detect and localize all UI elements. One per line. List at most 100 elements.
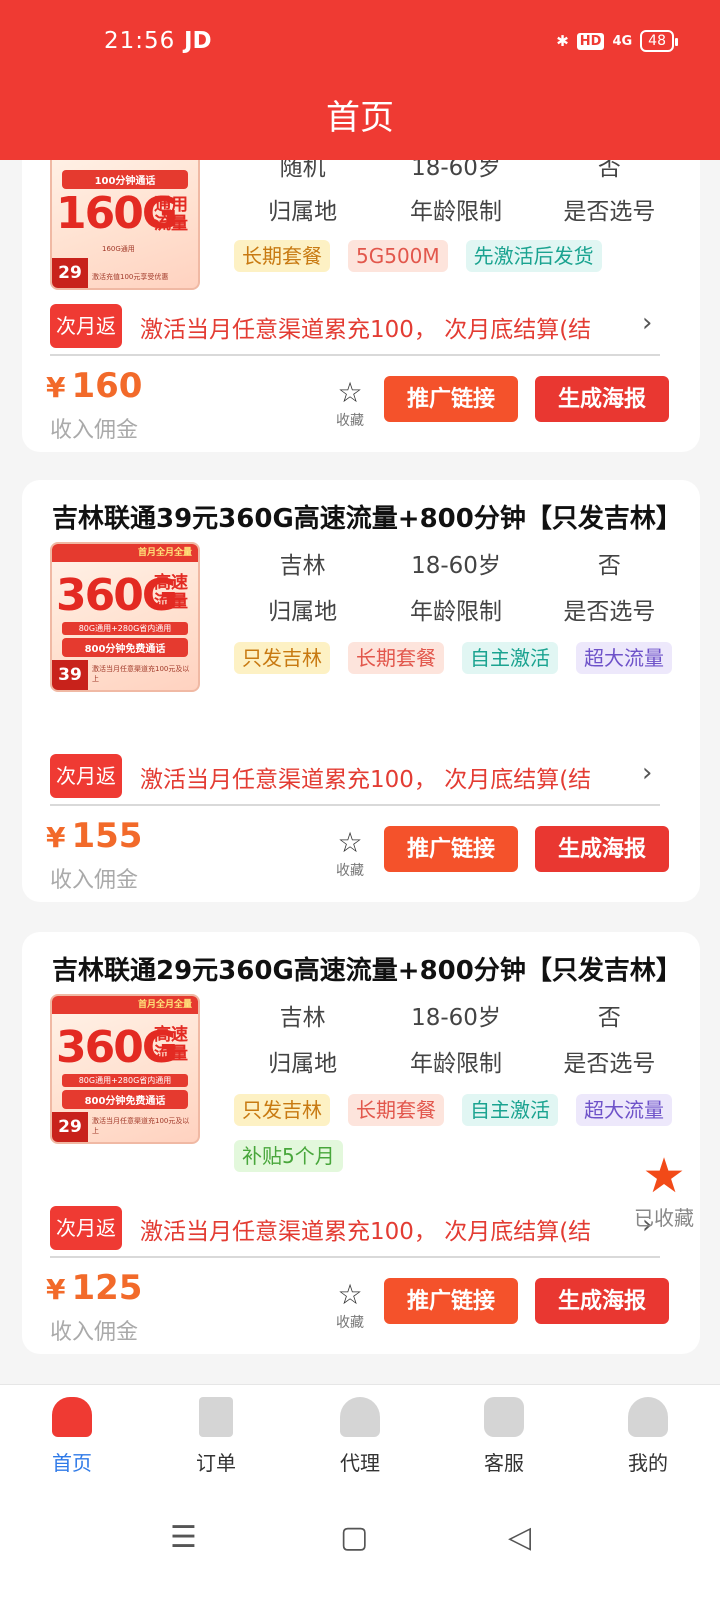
label-age: 年龄限制 <box>409 1051 502 1077</box>
tag: 长期套餐 <box>348 642 444 674</box>
image-sub-text: 160G通用 <box>102 245 135 253</box>
tag: 只发吉林 <box>234 642 330 674</box>
image-price: 29 <box>52 1112 88 1142</box>
attr-values: 吉林 18-60岁 否 <box>226 546 686 580</box>
image-note: 激活当月任意渠道充100元及以上 <box>92 1117 190 1135</box>
attr-region: 吉林 <box>279 1005 326 1031</box>
agent-icon <box>340 1397 380 1437</box>
menu-icon[interactable]: ☰ <box>170 1520 197 1555</box>
tab-home[interactable]: 首页 <box>0 1385 144 1490</box>
income-label: 收入佣金 <box>50 868 139 893</box>
label-age: 年龄限制 <box>409 599 502 625</box>
image-sub-text: 80G通用+280G省内通用 <box>62 622 188 635</box>
image-side-text: 通用流量 <box>154 195 188 234</box>
star-outline-icon: ☆ <box>337 826 363 859</box>
promo-link-button[interactable]: 推广链接 <box>384 376 518 422</box>
attr-values: 吉林 18-60岁 否 <box>226 998 686 1032</box>
tag: 超大流量 <box>576 1094 672 1126</box>
product-card[interactable]: 吉林联通29元360G高速流量+800分钟【只发吉林】 首月全月全量 360G … <box>22 932 700 1354</box>
star-outline-icon: ☆ <box>337 376 363 409</box>
rebate-badge: 次月返 <box>50 754 122 798</box>
image-sub-text: 80G通用+280G省内通用 <box>62 1074 188 1087</box>
rebate-text[interactable]: 激活当月任意渠道累充100， 次月底结算(结 <box>140 1212 620 1246</box>
star-outline-icon: ☆ <box>337 1278 363 1311</box>
attr-labels: 归属地 年龄限制 是否选号 <box>226 1044 686 1078</box>
battery-icon: 48 <box>640 30 678 52</box>
label-select: 是否选号 <box>563 1051 656 1077</box>
bottom-tab-bar: 首页 订单 代理 客服 我的 <box>0 1384 720 1490</box>
tag: 自主激活 <box>462 642 558 674</box>
tab-label: 我的 <box>628 1451 668 1475</box>
hd-icon: HD <box>576 32 605 50</box>
attr-age: 18-60岁 <box>411 1005 501 1031</box>
tab-label: 首页 <box>52 1451 92 1475</box>
status-time: 21:56 <box>104 28 176 54</box>
income-label: 收入佣金 <box>50 1320 139 1345</box>
tag: 只发吉林 <box>234 1094 330 1126</box>
label-region: 归属地 <box>268 199 338 225</box>
product-image[interactable]: 首月全月全量 360G 高速流量 80G通用+280G省内通用 800分钟免费通… <box>50 542 200 692</box>
tab-agent[interactable]: 代理 <box>288 1385 432 1490</box>
label-region: 归属地 <box>268 599 338 625</box>
promo-link-button[interactable]: 推广链接 <box>384 1278 518 1324</box>
tag: 补贴5个月 <box>234 1140 343 1172</box>
home-icon <box>52 1397 92 1437</box>
rebate-text[interactable]: 激活当月任意渠道累充100， 次月底结算(结 <box>140 310 620 344</box>
tag: 超大流量 <box>576 642 672 674</box>
generate-poster-button[interactable]: 生成海报 <box>535 1278 669 1324</box>
attr-labels: 归属地 年龄限制 是否选号 <box>226 192 686 226</box>
attr-age: 18-60岁 <box>411 553 501 579</box>
tab-orders[interactable]: 订单 <box>144 1385 288 1490</box>
tag: 5G500M <box>348 240 448 272</box>
label-region: 归属地 <box>268 1051 338 1077</box>
image-side-text: 高速流量 <box>154 1025 188 1064</box>
favorite-button[interactable]: ☆ 收藏 <box>330 828 370 880</box>
system-nav-bar: ☰ ▢ ◁ <box>0 1490 720 1600</box>
product-card[interactable]: 吉林联通39元360G高速流量+800分钟【只发吉林】 首月全月全量 360G … <box>22 480 700 902</box>
back-icon[interactable]: ◁ <box>508 1520 531 1555</box>
tag-list: 长期套餐 5G500M 先激活后发货 <box>234 240 684 272</box>
bluetooth-icon: ✱ <box>556 32 569 50</box>
order-icon <box>199 1397 233 1437</box>
generate-poster-button[interactable]: 生成海报 <box>535 376 669 422</box>
tab-service[interactable]: 客服 <box>432 1385 576 1490</box>
image-note: 激活充值100元享受优惠 <box>92 273 169 281</box>
tag-list: 只发吉林 长期套餐 自主激活 超大流量 补贴5个月 <box>234 1094 684 1172</box>
image-badge: 首月全月全量 <box>52 544 198 562</box>
product-image[interactable]: 100分钟通话 160G 通用流量 160G通用 29 激活充值100元享受优惠 <box>50 140 200 290</box>
label-age: 年龄限制 <box>409 199 502 225</box>
divider <box>50 804 660 806</box>
divider <box>50 354 660 356</box>
favorite-label: 收藏 <box>336 413 364 429</box>
product-title[interactable]: 吉林联通29元360G高速流量+800分钟【只发吉林】 <box>52 950 692 987</box>
app-header: 21:56 JD ✱ HD 4G 48 首页 <box>0 0 720 160</box>
rebate-text[interactable]: 激活当月任意渠道累充100， 次月底结算(结 <box>140 760 620 794</box>
tag: 自主激活 <box>462 1094 558 1126</box>
commission-price: ¥125 <box>46 1268 143 1308</box>
attr-region: 吉林 <box>279 553 326 579</box>
floating-favorites-button[interactable]: ★ 已收藏 <box>628 1150 700 1231</box>
attr-select: 否 <box>597 553 621 579</box>
label-select: 是否选号 <box>563 199 656 225</box>
status-carrier: JD <box>184 28 212 54</box>
image-strip-text: 100分钟通话 <box>62 170 188 189</box>
promo-link-button[interactable]: 推广链接 <box>384 826 518 872</box>
favorite-button[interactable]: ☆ 收藏 <box>330 1280 370 1332</box>
product-image[interactable]: 首月全月全量 360G 高速流量 80G通用+280G省内通用 800分钟免费通… <box>50 994 200 1144</box>
favorite-button[interactable]: ☆ 收藏 <box>330 378 370 430</box>
product-title[interactable]: 吉林联通39元360G高速流量+800分钟【只发吉林】 <box>52 498 692 535</box>
home-square-icon[interactable]: ▢ <box>340 1520 368 1555</box>
chevron-right-icon[interactable]: › <box>642 308 652 338</box>
profile-icon <box>628 1397 668 1437</box>
image-badge: 首月全月全量 <box>52 996 198 1014</box>
tab-profile[interactable]: 我的 <box>576 1385 720 1490</box>
rebate-badge: 次月返 <box>50 304 122 348</box>
chevron-right-icon[interactable]: › <box>642 758 652 788</box>
page-title: 首页 <box>326 98 394 138</box>
tag: 长期套餐 <box>234 240 330 272</box>
tab-label: 代理 <box>340 1451 380 1475</box>
floating-favorites-label: 已收藏 <box>634 1206 694 1230</box>
rebate-badge: 次月返 <box>50 1206 122 1250</box>
tag: 先激活后发货 <box>465 240 602 272</box>
generate-poster-button[interactable]: 生成海报 <box>535 826 669 872</box>
